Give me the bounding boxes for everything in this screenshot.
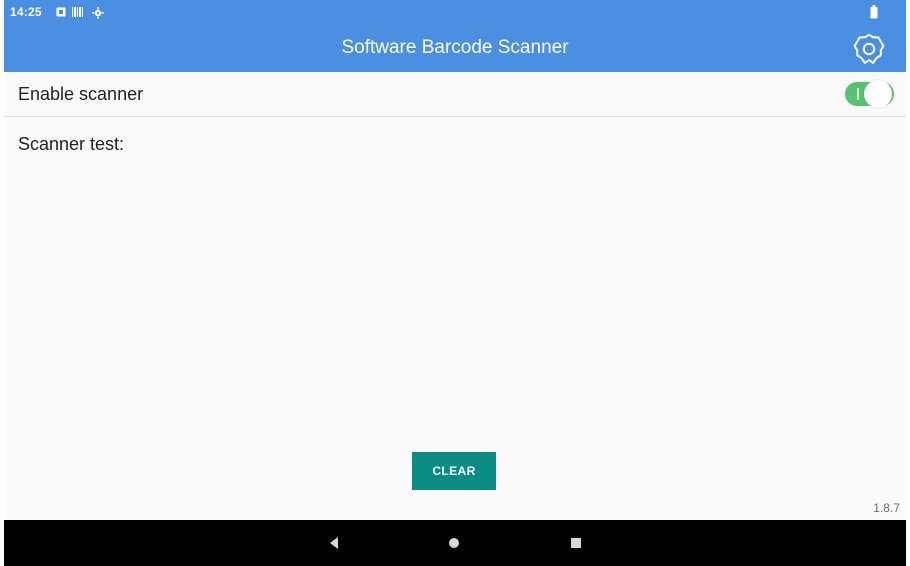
main-content: Enable scanner Scanner test: CLEAR 1.8.7 [4, 72, 906, 520]
android-screen: 14:25 Software Barcode Scanner Enable sc… [0, 0, 910, 566]
enable-scanner-label: Enable scanner [18, 84, 144, 104]
settings-icon [853, 33, 885, 64]
page-title: Software Barcode Scanner [341, 37, 569, 58]
scanner-test-label: Scanner test: [18, 134, 125, 154]
recents-button[interactable] [568, 535, 584, 551]
enable-scanner-switch[interactable] [845, 80, 894, 108]
settings-button[interactable] [852, 32, 886, 66]
app-bar: Software Barcode Scanner [4, 24, 906, 72]
barcode-icon [72, 7, 83, 17]
home-icon [449, 538, 459, 548]
app-window: 14:25 Software Barcode Scanner Enable sc… [4, 0, 906, 566]
navigation-bar [4, 520, 906, 566]
recents-icon [571, 538, 581, 548]
settings-gear-icon [92, 7, 104, 19]
app-version: 1.8.7 [873, 501, 900, 515]
enable-scanner-row: Enable scanner [4, 72, 906, 117]
clear-button[interactable]: CLEAR [412, 452, 496, 490]
switch-knob [864, 80, 892, 108]
status-time: 14:25 [10, 5, 42, 19]
switch-on-indicator [857, 88, 859, 100]
notification-icon [56, 7, 66, 17]
back-icon [330, 537, 338, 549]
battery-icon [870, 5, 878, 19]
status-bar: 14:25 [4, 0, 906, 24]
back-button[interactable] [326, 535, 342, 551]
home-button[interactable] [446, 535, 462, 551]
